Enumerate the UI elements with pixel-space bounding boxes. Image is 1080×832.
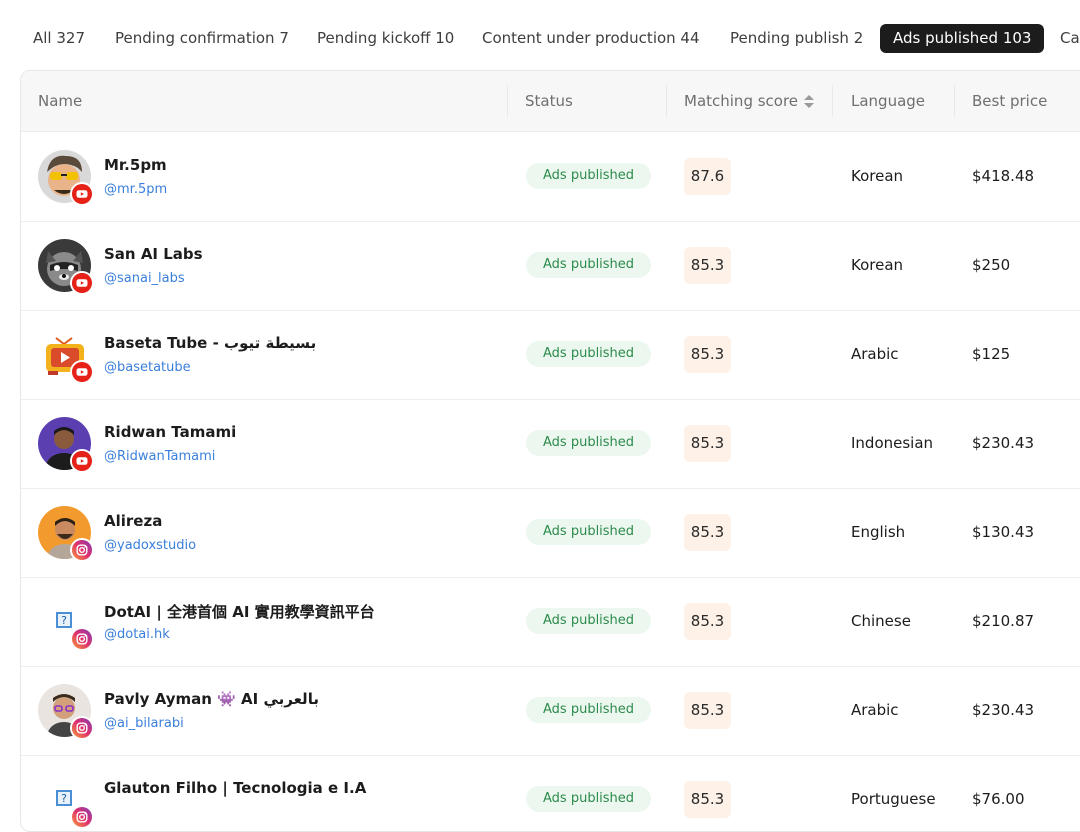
tab-overflow[interactable]: Ca — [1060, 24, 1080, 53]
youtube-icon — [70, 182, 94, 206]
column-name: Name — [38, 92, 83, 110]
creator-handle[interactable]: @sanai_labs — [104, 271, 185, 286]
tab-content-under-production[interactable]: Content under production 44 — [482, 24, 700, 53]
table-row[interactable]: Alireza @yadoxstudio Ads published 85.3 Engl… — [21, 488, 1080, 578]
language: Portuguese — [851, 790, 936, 808]
column-best-price: Best price — [972, 92, 1048, 110]
tab-pending-confirmation[interactable]: Pending confirmation 7 — [115, 24, 289, 53]
language: Korean — [851, 256, 904, 274]
status-badge: Ads published — [526, 697, 652, 723]
matching-score: 85.3 — [684, 425, 731, 462]
matching-score: 85.3 — [684, 247, 731, 284]
creator-name[interactable]: DotAI | 全港首個 AI 實用教學資訊平台 — [104, 601, 375, 622]
table-row[interactable]: Mr.5pm @mr.5pm Ads published 87.6 Korean $418… — [21, 132, 1080, 222]
best-price: $230.43 — [972, 434, 1035, 452]
language: Arabic — [851, 701, 899, 719]
best-price: $125 — [972, 345, 1011, 363]
best-price: $418.48 — [972, 167, 1035, 185]
creator-name[interactable]: Ridwan Tamami — [104, 423, 236, 441]
table-row[interactable]: ? DotAI | 全港首個 AI 實用教學資訊平台 @dotai.hk Ads pu… — [21, 577, 1080, 667]
creator-handle[interactable]: @mr.5pm — [104, 182, 167, 197]
language: Chinese — [851, 612, 911, 630]
column-divider — [507, 85, 508, 117]
column-language: Language — [851, 92, 926, 110]
creator-handle[interactable]: @ai_bilarabi — [104, 716, 184, 731]
youtube-icon — [70, 271, 94, 295]
instagram-icon — [70, 627, 94, 651]
creator-handle[interactable]: @basetatube — [104, 360, 191, 375]
table-row[interactable]: Baseta Tube - بسيطة تيوب @basetatube Ads p… — [21, 310, 1080, 400]
creator-handle[interactable]: @yadoxstudio — [104, 538, 196, 553]
creator-name[interactable]: Glauton Filho | Tecnologia e I.A — [104, 779, 366, 797]
tab-pending-publish[interactable]: Pending publish 2 — [730, 24, 863, 53]
column-matching-score[interactable]: Matching score — [684, 71, 815, 131]
column-divider — [666, 85, 667, 117]
best-price: $130.43 — [972, 523, 1035, 541]
instagram-icon — [70, 716, 94, 740]
matching-score: 85.3 — [684, 781, 731, 818]
instagram-icon — [70, 538, 94, 562]
status-badge: Ads published — [526, 252, 652, 278]
column-status: Status — [525, 92, 573, 110]
creator-handle[interactable]: @RidwanTamami — [104, 449, 215, 464]
creator-name[interactable]: Mr.5pm — [104, 156, 167, 174]
creator-name[interactable]: San AI Labs — [104, 245, 203, 263]
table-row[interactable]: San AI Labs @sanai_labs Ads published 85.3 K… — [21, 221, 1080, 311]
status-badge: Ads published — [526, 341, 652, 367]
status-badge: Ads published — [526, 786, 652, 812]
best-price: $210.87 — [972, 612, 1035, 630]
best-price: $230.43 — [972, 701, 1035, 719]
language: English — [851, 523, 906, 541]
table-header: Name Status Matching score Language Best… — [21, 71, 1080, 132]
sort-icon[interactable] — [804, 94, 815, 109]
language: Korean — [851, 167, 904, 185]
svg-text:?: ? — [61, 614, 67, 627]
table-row[interactable]: Ridwan Tamami @RidwanTamami Ads published 8… — [21, 399, 1080, 489]
instagram-icon — [70, 805, 94, 829]
matching-score: 85.3 — [684, 336, 731, 373]
matching-score: 85.3 — [684, 692, 731, 729]
creators-table: Name Status Matching score Language Best… — [20, 70, 1080, 832]
table-row[interactable]: Pavly Ayman 👾 AI بالعربي @ai_bilarabi Ads … — [21, 666, 1080, 756]
matching-score: 85.3 — [684, 514, 731, 551]
column-divider — [832, 85, 833, 117]
creator-name[interactable]: Pavly Ayman 👾 AI بالعربي — [104, 690, 319, 708]
column-matching-score-label: Matching score — [684, 92, 799, 110]
creator-name[interactable]: Baseta Tube - بسيطة تيوب — [104, 334, 316, 352]
youtube-icon — [70, 360, 94, 384]
table-row[interactable]: ? Glauton Filho | Tecnologia e I.A Ads pub… — [21, 755, 1080, 831]
status-badge: Ads published — [526, 608, 652, 634]
tab-pending-kickoff[interactable]: Pending kickoff 10 — [317, 24, 454, 53]
best-price: $76.00 — [972, 790, 1025, 808]
status-badge: Ads published — [526, 430, 652, 456]
tab-ads-published[interactable]: Ads published 103 — [880, 24, 1045, 53]
svg-text:?: ? — [61, 792, 67, 805]
creator-name[interactable]: Alireza — [104, 512, 162, 530]
matching-score: 85.3 — [684, 603, 731, 640]
status-tabs: All 327 Pending confirmation 7 Pending k… — [0, 0, 1080, 70]
status-badge: Ads published — [526, 163, 652, 189]
tab-all[interactable]: All 327 — [33, 24, 85, 53]
language: Arabic — [851, 345, 899, 363]
best-price: $250 — [972, 256, 1011, 274]
language: Indonesian — [851, 434, 934, 452]
status-badge: Ads published — [526, 519, 652, 545]
youtube-icon — [70, 449, 94, 473]
creator-handle[interactable]: @dotai.hk — [104, 627, 170, 642]
column-divider — [954, 85, 955, 117]
matching-score: 87.6 — [684, 158, 731, 195]
